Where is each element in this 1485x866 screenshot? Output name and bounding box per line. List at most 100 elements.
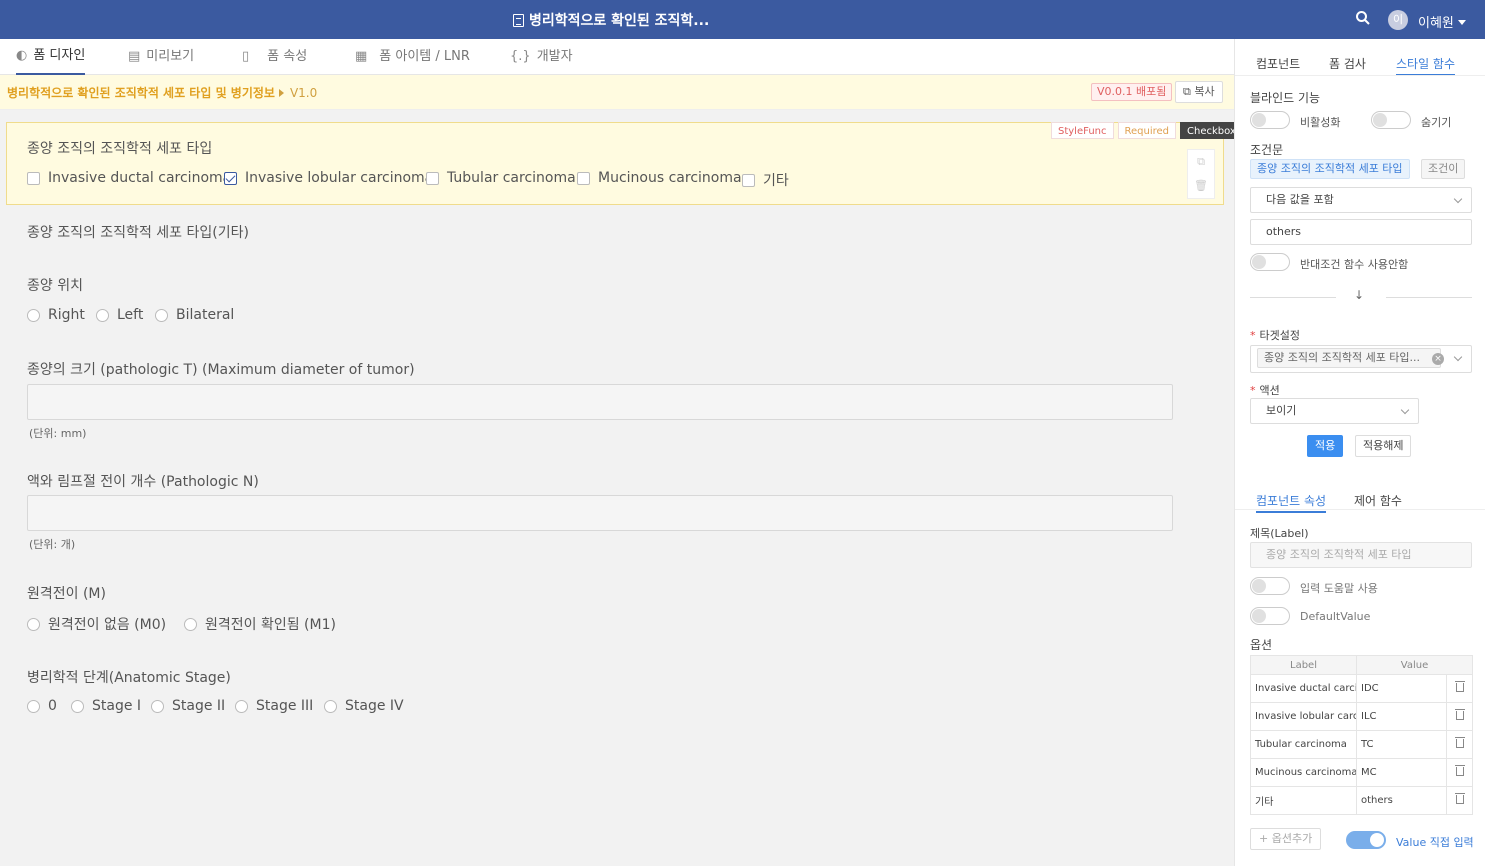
tab-control-function[interactable]: 제어 함수	[1354, 492, 1402, 509]
checkbox[interactable]	[426, 171, 439, 185]
title-input[interactable]: 종양 조직의 조직학적 세포 타입	[1250, 542, 1472, 568]
default-value-toggle[interactable]	[1250, 607, 1290, 625]
breadcrumb: 병리학적으로 확인된 조직학적 세포 타입 및 병기정보 V1.0 V0.0.1 …	[0, 75, 1234, 110]
option-label: Stage I	[92, 698, 142, 714]
trash-icon	[1454, 709, 1465, 720]
tab-preview[interactable]: ▤ 미리보기	[128, 39, 194, 75]
option-value-cell[interactable]: IDC	[1356, 674, 1447, 703]
radio-option[interactable]: Bilateral	[155, 307, 234, 323]
table-row: Tubular carcinoma TC	[1250, 730, 1473, 759]
checkbox[interactable]	[27, 171, 40, 185]
tab-label: 폼 아이템 / LNR	[379, 49, 470, 64]
option-label-cell[interactable]: 기타	[1250, 786, 1357, 815]
target-label-text: 타겟설정	[1259, 329, 1300, 342]
value-direct-toggle[interactable]	[1346, 831, 1386, 849]
radio-option[interactable]: Stage I	[71, 698, 141, 714]
checkbox-option[interactable]: Invasive ductal carcinoma	[27, 170, 231, 186]
delete-row-button[interactable]	[1446, 786, 1473, 815]
option-label-cell[interactable]: Mucinous carcinoma	[1250, 758, 1357, 787]
version-label: V1.0	[289, 86, 318, 100]
tab-form-properties[interactable]: ▯ 폼 속성	[242, 39, 307, 75]
search-icon[interactable]	[1356, 11, 1370, 25]
blind-label: 블라인드 기능	[1250, 91, 1321, 105]
unapply-button[interactable]: 적용해제	[1355, 435, 1412, 457]
option-value-cell[interactable]: MC	[1356, 758, 1447, 787]
hide-toggle[interactable]	[1371, 111, 1411, 129]
disable-toggle[interactable]	[1250, 111, 1290, 129]
option-label-cell[interactable]: Invasive ductal carcinoma	[1250, 674, 1357, 703]
option-label-cell[interactable]: Invasive lobular carcinoma	[1250, 702, 1357, 731]
checkbox-option[interactable]: Tubular carcinoma	[426, 170, 576, 186]
tab-form-items[interactable]: ▦ 폼 아이템 / LNR	[355, 39, 470, 75]
properties-panel: 컴포넌트 폼 검사 스타일 함수 블라인드 기능 비활성화 숨기기 조건문 종양…	[1234, 39, 1485, 866]
checkbox-option[interactable]: 기타	[742, 170, 789, 190]
radio[interactable]	[184, 617, 197, 631]
chevron-down-icon	[1453, 194, 1463, 204]
delete-row-button[interactable]	[1446, 730, 1473, 759]
reverse-label: 반대조건 함수 사용안함	[1300, 258, 1409, 271]
radio-option[interactable]: Right	[27, 307, 85, 323]
radio-option[interactable]: 원격전이 확인됨 (M1)	[184, 614, 336, 634]
target-select[interactable]: 종양 조직의 조직학적 세포 타입... ×	[1250, 345, 1472, 373]
apply-button[interactable]: 적용	[1307, 435, 1344, 457]
radio[interactable]	[155, 308, 168, 322]
operator-select[interactable]: 다음 값을 포함	[1250, 187, 1472, 213]
radio[interactable]	[27, 308, 40, 322]
lymph-node-input[interactable]	[27, 495, 1173, 531]
condition-field-chip[interactable]: 종양 조직의 조직학적 세포 타입	[1250, 159, 1410, 179]
radio-option[interactable]: 원격전이 없음 (M0)	[27, 614, 166, 634]
option-label: 원격전이 확인됨 (M1)	[205, 617, 336, 633]
user-menu[interactable]: 이혜원	[1418, 12, 1466, 31]
delete-row-button[interactable]	[1446, 758, 1473, 787]
option-label-cell[interactable]: Tubular carcinoma	[1250, 730, 1357, 759]
copy-button[interactable]: ⧉ 복사	[1175, 81, 1223, 103]
default-value-label: DefaultValue	[1300, 610, 1371, 623]
tumor-size-input[interactable]	[27, 384, 1173, 420]
radio[interactable]	[151, 699, 164, 713]
tab-component[interactable]: 컴포넌트	[1256, 55, 1300, 72]
checkbox-checked[interactable]	[224, 171, 237, 185]
tab-form-design[interactable]: ◐ 폼 디자인	[16, 39, 86, 75]
helper-toggle[interactable]	[1250, 577, 1290, 595]
tab-form-check[interactable]: 폼 검사	[1329, 55, 1366, 72]
option-label: 0	[48, 698, 57, 714]
radio[interactable]	[235, 699, 248, 713]
delete-icon[interactable]: 🗑	[1188, 174, 1214, 198]
form-title: 병리학적으로 확인된 조직학...	[513, 10, 709, 30]
radio[interactable]	[27, 699, 40, 713]
condition-value-input[interactable]: others	[1250, 219, 1472, 245]
checkbox[interactable]	[742, 173, 755, 187]
checkbox-option[interactable]: Invasive lobular carcinoma	[224, 170, 433, 186]
option-value-cell[interactable]: ILC	[1356, 702, 1447, 731]
tab-developer[interactable]: {.} 개발자	[510, 39, 573, 75]
selected-component[interactable]	[6, 122, 1224, 205]
radio[interactable]	[96, 308, 109, 322]
radio[interactable]	[324, 699, 337, 713]
divider-line	[1250, 297, 1336, 298]
caret-down-icon	[1457, 20, 1466, 25]
delete-row-button[interactable]	[1446, 674, 1473, 703]
option-value-cell[interactable]: others	[1356, 786, 1447, 815]
add-option-button[interactable]: + 옵션추가	[1250, 828, 1322, 850]
radio-option[interactable]: Stage II	[151, 698, 225, 714]
avatar[interactable]: 이	[1388, 10, 1408, 30]
required-tag: Required	[1117, 122, 1177, 139]
action-select[interactable]: 보이기	[1250, 398, 1419, 424]
breadcrumb-path[interactable]: 병리학적으로 확인된 조직학적 세포 타입 및 병기정보 V1.0	[7, 84, 317, 101]
tab-style-function[interactable]: 스타일 함수	[1396, 55, 1456, 76]
condition-chip[interactable]: 조건이	[1421, 159, 1466, 179]
clear-icon[interactable]: ×	[1432, 353, 1444, 365]
option-value-cell[interactable]: TC	[1356, 730, 1447, 759]
reverse-toggle[interactable]	[1250, 253, 1290, 271]
radio-option[interactable]: Stage IV	[324, 698, 404, 714]
radio[interactable]	[71, 699, 84, 713]
checkbox[interactable]	[577, 171, 590, 185]
duplicate-icon[interactable]: ⧉	[1188, 150, 1214, 174]
radio-option[interactable]: 0	[27, 698, 57, 714]
radio-option[interactable]: Left	[96, 307, 143, 323]
delete-row-button[interactable]	[1446, 702, 1473, 731]
checkbox-option[interactable]: Mucinous carcinoma	[577, 170, 742, 186]
radio-option[interactable]: Stage III	[235, 698, 313, 714]
target-chip[interactable]: 종양 조직의 조직학적 세포 타입...	[1257, 348, 1442, 368]
radio[interactable]	[27, 617, 40, 631]
